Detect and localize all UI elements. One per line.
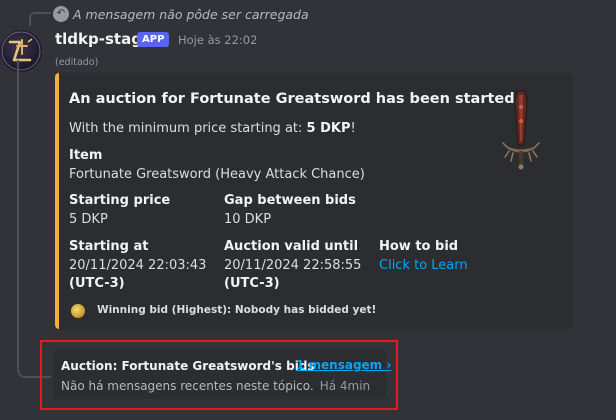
field-starting-at-name: Starting at bbox=[69, 239, 149, 254]
field-valid-until-name: Auction valid until bbox=[224, 239, 359, 254]
field-starting-price: Starting price 5 DKP bbox=[69, 193, 170, 229]
reply-connector-line bbox=[29, 12, 51, 26]
thread-message-count-link[interactable]: 1 mensagem › bbox=[296, 358, 391, 372]
thread-name[interactable]: Auction: Fortunate Greatsword's bids bbox=[61, 359, 315, 373]
field-how-to-bid: How to bid Click to Learn bbox=[379, 239, 468, 275]
field-starting-price-name: Starting price bbox=[69, 193, 171, 208]
greatsword-icon[interactable] bbox=[491, 87, 551, 171]
thread-preview-text: Não há mensagens recentes neste tópico. bbox=[61, 379, 314, 393]
field-starting-at-value: 20/11/2024 22:03:43 bbox=[69, 258, 207, 273]
app-badge: APP bbox=[137, 32, 170, 47]
field-item-value: Fortunate Greatsword (Heavy Attack Chanc… bbox=[69, 167, 365, 182]
how-to-bid-link[interactable]: Click to Learn bbox=[379, 258, 468, 273]
thread-connector-line bbox=[17, 60, 51, 378]
edited-label: (editado) bbox=[55, 57, 99, 68]
description-suffix: ! bbox=[350, 121, 356, 136]
field-how-to-bid-name: How to bid bbox=[379, 239, 459, 254]
field-gap-name: Gap between bids bbox=[224, 193, 356, 208]
field-valid-until-value: 20/11/2024 22:58:55 bbox=[224, 258, 362, 273]
description-min-price: 5 DKP bbox=[306, 121, 351, 136]
auction-embed: An auction for Fortunate Greatsword has … bbox=[55, 73, 573, 329]
description-prefix: With the minimum price starting at: bbox=[69, 121, 307, 136]
reply-unavailable-text[interactable]: A mensagem não pôde ser carregada bbox=[73, 7, 309, 22]
field-item: Item Fortunate Greatsword (Heavy Attack … bbox=[69, 148, 365, 184]
field-starting-at: Starting at 20/11/2024 22:03:43 (UTC-3) bbox=[69, 239, 206, 293]
embed-description: With the minimum price starting at: 5 DK… bbox=[69, 121, 356, 136]
field-valid-until-timezone: (UTC-3) bbox=[224, 276, 280, 291]
field-starting-at-timezone: (UTC-3) bbox=[69, 276, 125, 291]
reply-arrow-icon: ↶ bbox=[53, 6, 69, 22]
thread-card[interactable]: Auction: Fortunate Greatsword's bids 1 m… bbox=[53, 349, 391, 399]
thread-preview: Não há mensagens recentes neste tópico. H… bbox=[61, 379, 370, 393]
embed-footer-text: Winning bid (Highest): Nobody has bidded… bbox=[97, 304, 377, 316]
field-item-name: Item bbox=[69, 148, 103, 163]
field-valid-until: Auction valid until 20/11/2024 22:58:55 … bbox=[224, 239, 361, 293]
thread-time-ago: Há 4min bbox=[319, 379, 371, 393]
field-gap-between-bids: Gap between bids 10 DKP bbox=[224, 193, 356, 229]
message-timestamp[interactable]: Hoje às 22:02 bbox=[178, 33, 257, 47]
field-gap-value: 10 DKP bbox=[224, 212, 272, 227]
embed-title: An auction for Fortunate Greatsword has … bbox=[69, 91, 522, 107]
field-starting-price-value: 5 DKP bbox=[69, 212, 108, 227]
coin-icon bbox=[71, 304, 85, 318]
